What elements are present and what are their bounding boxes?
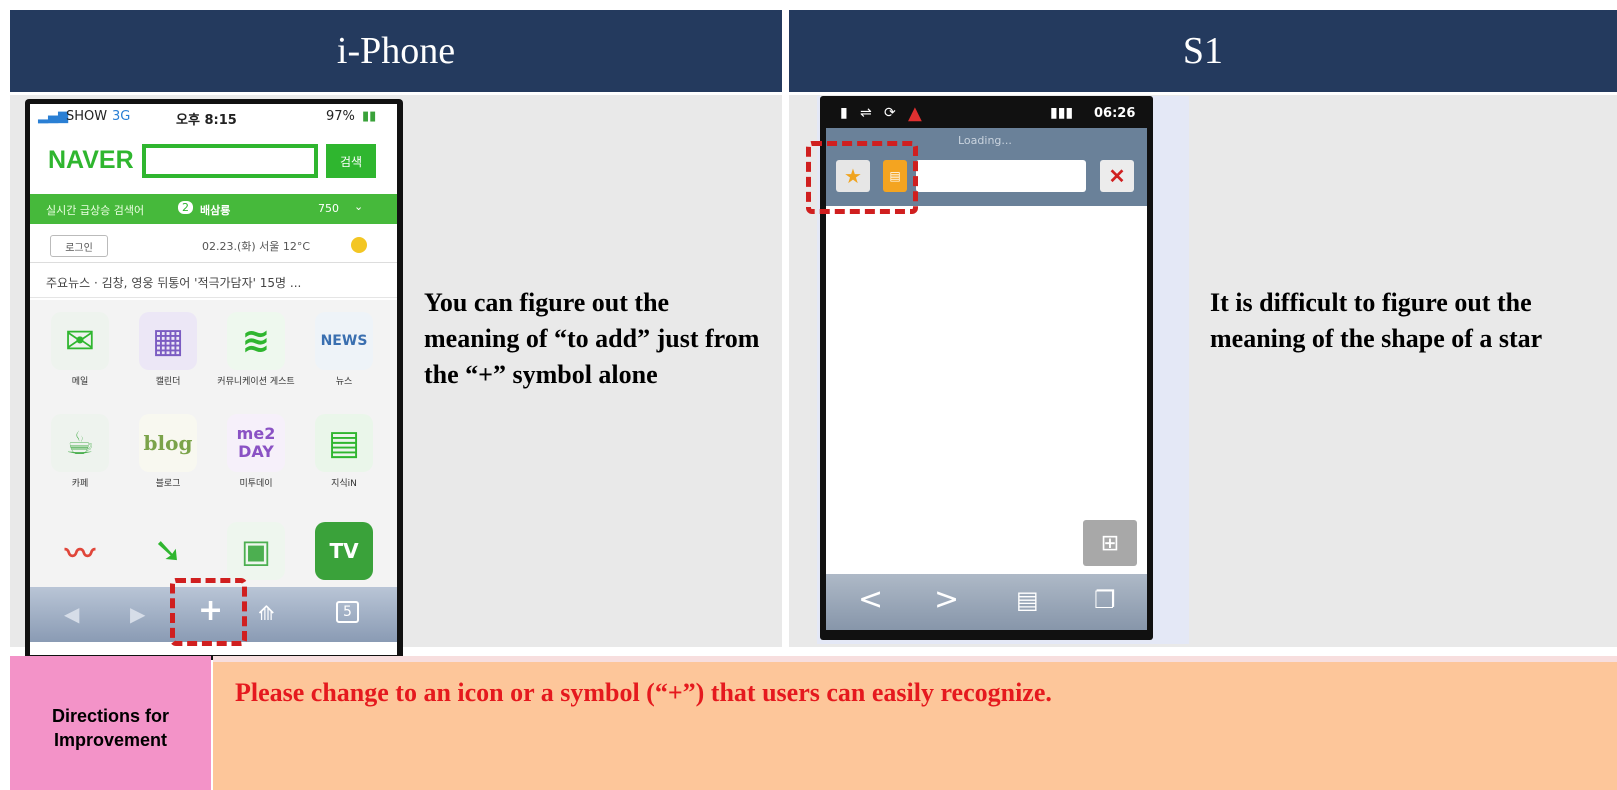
app-label: 메일 [71,377,89,387]
app-knowledge[interactable]: ▤ 지식iN [304,414,384,489]
app-tv[interactable]: TV [304,522,384,584]
s1-page-icon[interactable]: ▤ [1016,586,1039,614]
mail-icon: ✉ [51,312,109,370]
app-cafe[interactable]: ☕ 카페 [40,414,120,489]
s1-note: It is difficult to figure out the meanin… [1210,288,1543,353]
realtime-count: 750 [318,202,339,215]
s1-clock: 06:26 [1094,106,1136,121]
bookmarks-icon[interactable]: ⟰ [258,601,275,625]
login-button[interactable]: 로그인 [50,235,108,257]
app-news[interactable]: NEWS 뉴스 [304,312,384,387]
stock-chart-icon: 〰 [51,522,109,580]
sync-icon: ⟳ [884,105,896,121]
app-mail[interactable]: ✉ 메일 [40,312,120,387]
blog-icon: blog [139,414,197,472]
news-icon: NEWS [315,312,373,370]
clock-label: 오후 8:15 [176,113,237,128]
s1-bottom-bar: < > ▤ ❐ [826,574,1147,630]
signal-icon: ▂▄▆ [38,109,68,124]
news-row[interactable]: 주요뉴스 · 김창, 영웅 뒤통어 '적극가담자' 15명 ... [30,264,397,298]
weather-label: 02.23.(화) 서울 12°C [202,240,311,253]
header-iphone-label: i-Phone [336,30,456,72]
cafe-icon: ☕ [51,414,109,472]
app-me2day[interactable]: me2 DAY 미투데이 [216,414,296,489]
back-arrow-icon[interactable]: ◀ [64,602,79,626]
header-s1: S1 [789,10,1617,92]
battery-icon: ▮▮ [362,109,377,124]
app-label: 블로그 [155,479,181,489]
sun-icon [351,237,367,253]
s1-status-bar: ▮ ⇌ ⟳ ▲ ▮▮▮ 06:26 [826,102,1147,128]
calendar-icon: ▦ [139,312,197,370]
realtime-keyword: 배삼룡 [200,204,231,217]
close-button[interactable]: ✕ [1100,160,1134,192]
plus-highlight [170,578,247,646]
s1-url-field[interactable] [916,160,1086,192]
app-label: 커뮤니케이션 게스트 [217,377,295,387]
naver-search-button[interactable]: 검색 [326,144,376,178]
loading-label: Loading... [958,134,1012,147]
star-highlight [806,141,918,214]
news-headline: 주요뉴스 · 김창, 영웅 뒤통어 '적극가담자' 15명 ... [46,276,302,290]
header-s1-label: S1 [1182,30,1224,72]
s1-battery-icon: ▮▮▮ [1050,105,1074,121]
network-label: 3G [112,109,131,124]
app-blog[interactable]: blog 블로그 [128,414,208,489]
zoom-icon[interactable]: ⊞ [1083,520,1137,566]
wifi-icon: ≋ [227,312,285,370]
sd-card-icon: ▮ [840,105,848,121]
app-map[interactable]: ➘ [128,522,208,584]
forward-arrow-icon[interactable]: ▶ [130,602,145,626]
carrier-label: SHOW [66,109,108,124]
app-calendar[interactable]: ▦ 캘린더 [128,312,208,387]
naver-search-input[interactable] [142,144,318,178]
app-label: 미투데이 [239,479,273,489]
realtime-label: 실시간 급상승 검색어 [46,204,145,217]
app-grid: ✉ 메일 ▦ 캘린더 ≋ 커뮤니케이션 게스트 NEWS 뉴스 ☕ 카페 blo… [30,300,397,590]
iphone-screen: ▂▄▆ SHOW 3G 오후 8:15 97% ▮▮ NAVER 검색 실시간 … [30,104,397,655]
app-label: 카페 [71,479,89,489]
iphone-status-bar: ▂▄▆ SHOW 3G 오후 8:15 97% ▮▮ [30,104,397,130]
tv-icon: TV [315,522,373,580]
app-book[interactable]: ▣ [216,522,296,584]
map-icon: ➘ [139,522,197,580]
s1-content-area [826,206,1147,574]
app-label: 지식iN [331,479,357,489]
improvement-text: Please change to an icon or a symbol (“+… [235,678,1052,707]
s1-forward-icon[interactable]: > [934,582,959,617]
header-iphone: i-Phone [10,10,782,92]
naver-logo: NAVER [48,146,134,174]
app-communication[interactable]: ≋ 커뮤니케이션 게스트 [216,312,296,387]
battery-label: 97% [326,109,355,124]
knowledge-icon: ▤ [315,414,373,472]
pages-icon[interactable]: 5 [336,601,359,623]
chevron-down-icon[interactable]: ⌄ [354,200,363,213]
s1-back-icon[interactable]: < [858,582,883,617]
usb-icon: ⇌ [860,105,872,121]
iphone-note: You can figure out the meaning of “to ad… [424,288,760,389]
book-icon: ▣ [227,522,285,580]
realtime-keyword-bar[interactable]: 실시간 급상승 검색어 2 배삼룡 750 ⌄ [30,194,397,224]
s1-windows-icon[interactable]: ❐ [1094,586,1116,614]
warning-icon: ▲ [908,103,922,124]
improvement-label: Directions for Improvement [51,706,170,750]
realtime-rank: 2 [178,201,193,214]
me2day-icon: me2 DAY [227,414,285,472]
app-label: 뉴스 [335,377,353,387]
app-stock[interactable]: 〰 [40,522,120,584]
login-row: 로그인 02.23.(화) 서울 12°C [30,227,397,263]
improvement-text-cell: Please change to an icon or a symbol (“+… [213,656,1617,790]
improvement-label-cell: Directions for Improvement [10,656,211,790]
app-label: 캘린더 [155,377,181,387]
